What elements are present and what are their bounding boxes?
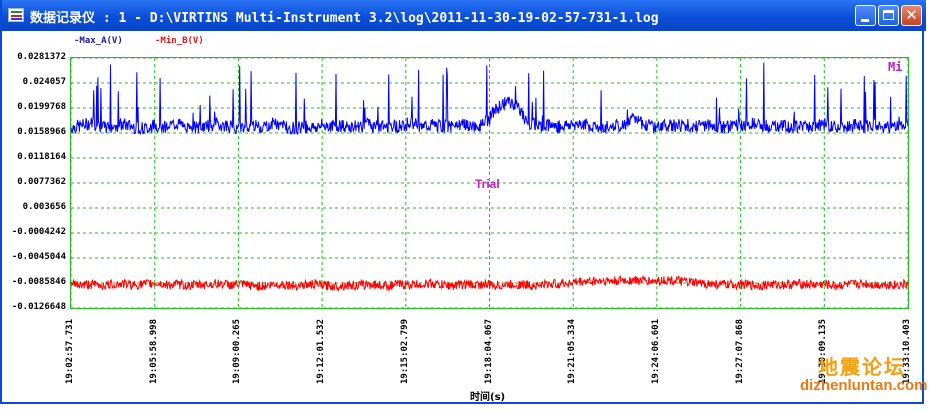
- y-tick-label: 0.0281372: [17, 52, 66, 62]
- x-tick-label: 19:21:05.334: [567, 318, 578, 384]
- x-tick-label: 19:15:02.799: [399, 318, 410, 384]
- mi-label: Mi: [888, 60, 903, 74]
- x-tick-label: 19:02:57.731: [65, 318, 75, 384]
- forum-watermark-cn: 地震论坛: [818, 355, 906, 379]
- status-strip: [0, 404, 934, 411]
- x-axis-title: 时间(s): [470, 392, 506, 403]
- x-tick-label: 19:09:00.265: [232, 318, 243, 384]
- forum-watermark-url: dizhenluntan.com: [800, 377, 928, 394]
- y-tick-label: -0.0045044: [11, 252, 66, 262]
- x-tick-label: 19:05:58.998: [148, 318, 159, 384]
- y-tick-label: 0.024057: [22, 77, 66, 87]
- y-tick-label: 0.0158966: [17, 127, 66, 137]
- chart-svg: [70, 57, 909, 309]
- y-tick-label: 0.0118164: [17, 152, 66, 162]
- x-tick-label: 19:27:07.868: [734, 318, 745, 384]
- series-line-max-a-v-: [70, 62, 909, 136]
- series-line-min-b-v-: [70, 274, 909, 293]
- trial-watermark: Trial: [475, 177, 500, 191]
- x-tick-label: 19:18:04.067: [483, 318, 494, 384]
- y-tick-label: 0.0077362: [17, 177, 66, 187]
- x-tick-label: 19:24:06.601: [650, 318, 661, 384]
- y-tick-label: 0.003656: [22, 202, 66, 212]
- x-tick-label: 19:12:01.532: [316, 318, 327, 384]
- y-tick-label: -0.0085846: [11, 277, 66, 287]
- y-tick-label: 0.0199768: [17, 102, 66, 112]
- y-tick-label: -0.0126648: [11, 302, 66, 312]
- y-tick-label: -0.0004242: [11, 227, 66, 237]
